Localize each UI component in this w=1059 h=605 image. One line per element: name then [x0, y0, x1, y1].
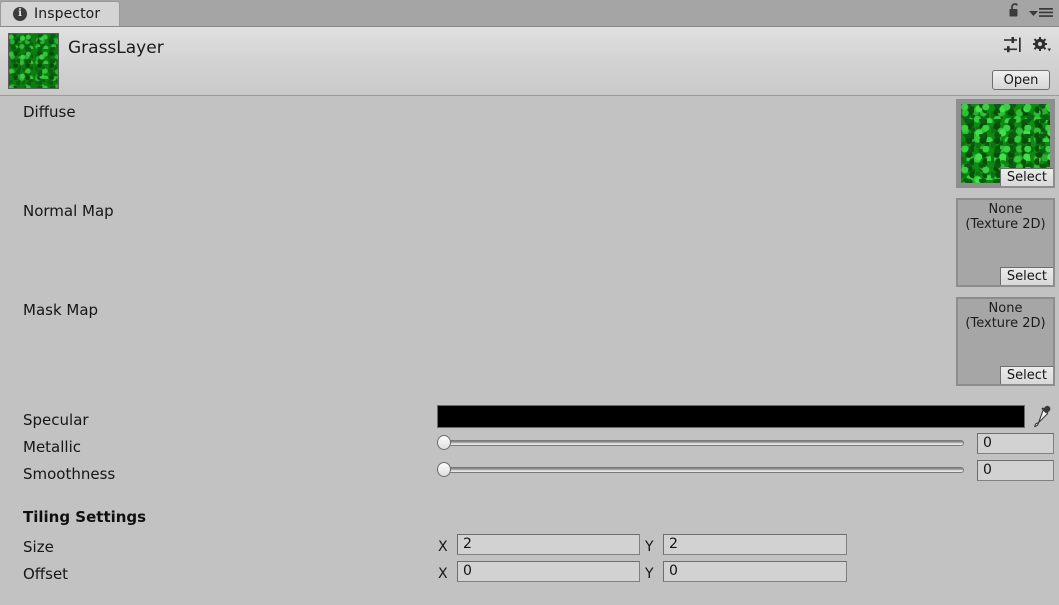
smoothness-slider-thumb[interactable]	[437, 462, 451, 477]
label-diffuse: Diffuse	[23, 103, 76, 121]
label-normal-map: Normal Map	[23, 202, 114, 220]
open-button[interactable]: Open	[992, 70, 1050, 90]
label-smoothness: Smoothness	[23, 465, 116, 483]
lock-open-icon[interactable]	[1008, 3, 1021, 22]
info-icon: i	[13, 7, 27, 21]
tabbar-controls	[1008, 3, 1053, 22]
diffuse-texture-field[interactable]: Select	[956, 99, 1055, 188]
tab-inspector-label: Inspector	[34, 6, 101, 22]
size-y-axis-label: Y	[645, 539, 654, 555]
mask-map-texture-inner: None (Texture 2D) Select	[958, 299, 1053, 384]
size-x-field[interactable]: 2	[457, 534, 640, 555]
label-size: Size	[23, 538, 54, 556]
metallic-slider-thumb[interactable]	[437, 435, 451, 450]
label-specular: Specular	[23, 411, 89, 429]
inspector-body: Diffuse Select Normal Map None (Texture …	[0, 96, 1059, 605]
offset-y-axis-label: Y	[645, 566, 654, 582]
gear-icon[interactable]	[1033, 37, 1051, 57]
tab-inspector[interactable]: i Inspector	[0, 1, 120, 26]
eyedropper-icon[interactable]	[1030, 404, 1052, 428]
grass-texture-thumbnail	[8, 33, 59, 89]
offset-x-field[interactable]: 0	[457, 561, 640, 582]
label-offset: Offset	[23, 565, 69, 583]
section-title-tiling: Tiling Settings	[23, 508, 147, 526]
smoothness-slider-track[interactable]	[444, 467, 964, 473]
offset-x-axis-label: X	[438, 566, 448, 582]
size-x-axis-label: X	[438, 539, 448, 555]
mask-map-select-button[interactable]: Select	[999, 366, 1053, 384]
diffuse-select-button[interactable]: Select	[999, 168, 1053, 186]
metallic-slider[interactable]	[437, 433, 966, 452]
metallic-value-field[interactable]: 0	[977, 433, 1054, 454]
object-header: GrassLayer Open	[0, 27, 1059, 96]
normal-map-select-button[interactable]: Select	[999, 267, 1053, 285]
label-metallic: Metallic	[23, 438, 81, 456]
smoothness-value-field[interactable]: 0	[977, 460, 1054, 481]
preset-sliders-icon[interactable]	[1004, 37, 1021, 57]
metallic-slider-track[interactable]	[444, 440, 964, 446]
diffuse-texture-inner: Select	[958, 101, 1053, 186]
page-title: GrassLayer	[68, 38, 164, 58]
smoothness-slider[interactable]	[437, 460, 966, 479]
mask-map-none-label: None (Texture 2D)	[965, 301, 1046, 331]
normal-map-texture-field[interactable]: None (Texture 2D) Select	[956, 198, 1055, 287]
hamburger-menu-icon[interactable]	[1029, 7, 1053, 18]
offset-y-field[interactable]: 0	[663, 561, 847, 582]
specular-color-field[interactable]	[437, 405, 1025, 428]
size-y-field[interactable]: 2	[663, 534, 847, 555]
normal-map-texture-inner: None (Texture 2D) Select	[958, 200, 1053, 285]
inspector-tabbar: i Inspector	[0, 0, 1059, 27]
label-mask-map: Mask Map	[23, 301, 99, 319]
mask-map-texture-field[interactable]: None (Texture 2D) Select	[956, 297, 1055, 386]
normal-map-none-label: None (Texture 2D)	[965, 202, 1046, 232]
header-icon-group	[1004, 37, 1051, 57]
